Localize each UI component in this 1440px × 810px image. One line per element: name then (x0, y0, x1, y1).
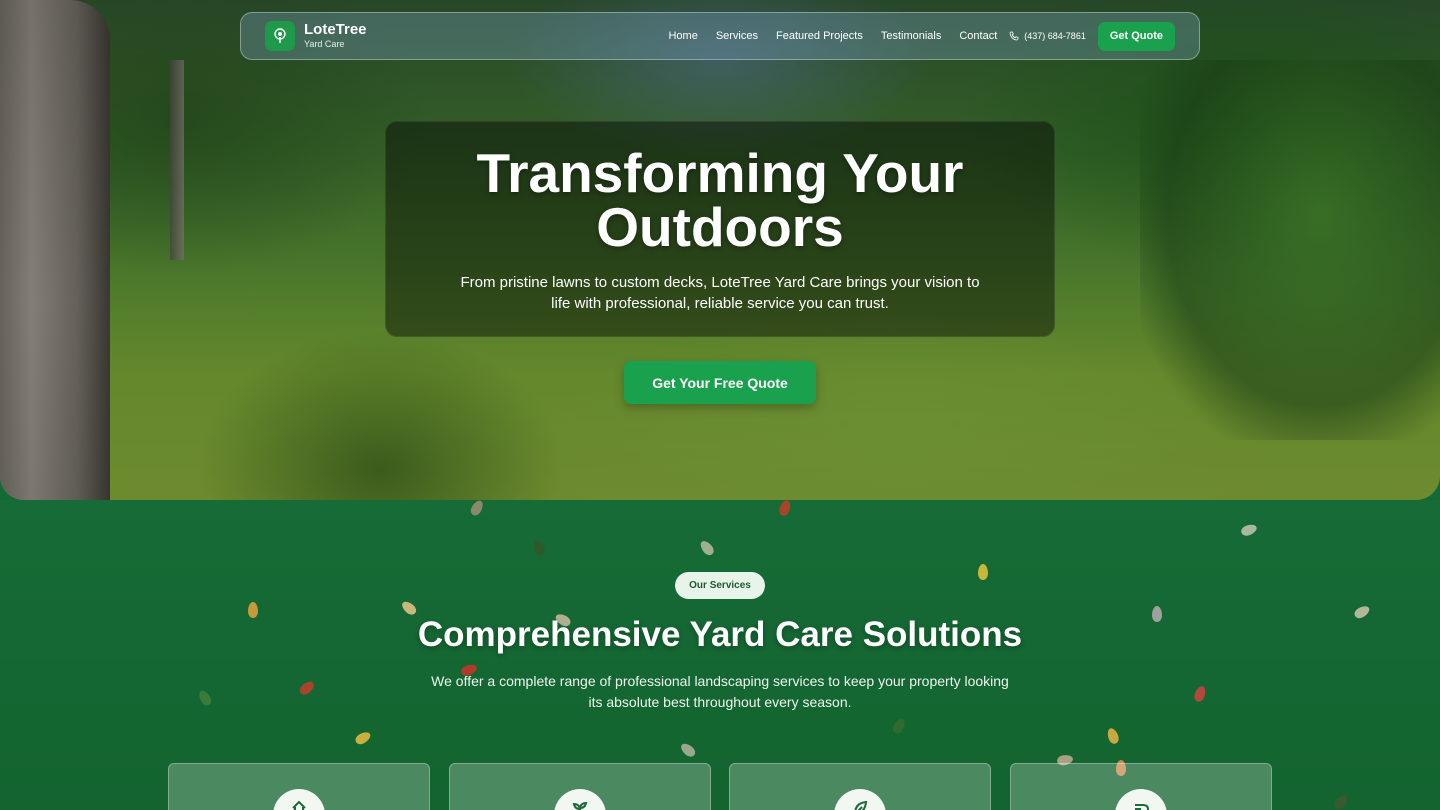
section-title: Comprehensive Yard Care Solutions (417, 615, 1023, 654)
nav-link-testimonials[interactable]: Testimonials (881, 30, 942, 42)
falling-leaf (978, 564, 988, 580)
falling-leaf (196, 688, 214, 708)
nav-link-contact[interactable]: Contact (959, 30, 997, 42)
falling-leaf (297, 679, 317, 697)
sprout-icon (554, 789, 606, 810)
service-card[interactable] (729, 763, 991, 810)
leaf-icon (834, 789, 886, 810)
falling-leaf (248, 602, 258, 618)
nav-link-services[interactable]: Services (716, 30, 758, 42)
get-quote-button[interactable]: Get Quote (1097, 21, 1175, 51)
section-subtitle: We offer a complete range of professiona… (431, 673, 1009, 710)
falling-leaf (531, 538, 547, 558)
section-badge: Our Services (675, 572, 765, 599)
falling-leaf (353, 729, 373, 747)
nav-link-featured-projects[interactable]: Featured Projects (776, 30, 863, 42)
brand-name: LoteTree (304, 21, 367, 38)
falling-leaf (1332, 792, 1350, 810)
nav-link-home[interactable]: Home (668, 30, 697, 42)
falling-leaf (1352, 603, 1372, 621)
falling-leaf (678, 741, 698, 759)
falling-leaf (1105, 726, 1121, 746)
home-icon (273, 789, 325, 810)
falling-leaf (1192, 684, 1208, 704)
falling-leaf (777, 498, 793, 518)
shovel-icon (1115, 789, 1167, 810)
hero-title: Transforming Your Outdoors (476, 142, 964, 258)
hero-subtitle: From pristine lawns to custom decks, Lot… (460, 274, 980, 312)
falling-leaf (698, 538, 716, 558)
brand[interactable]: LoteTree Yard Care (265, 21, 367, 51)
free-quote-button[interactable]: Get Your Free Quote (624, 361, 816, 404)
phone-icon (1009, 31, 1019, 41)
falling-leaf (1239, 522, 1259, 538)
phone-number: (437) 684-7861 (1024, 31, 1086, 41)
services-section: Our Services Comprehensive Yard Care Sol… (0, 498, 1440, 810)
service-card[interactable] (1010, 763, 1272, 810)
brand-tagline: Yard Care (304, 39, 345, 49)
navbar: LoteTree Yard Care Home Services Feature… (240, 12, 1200, 60)
nav-links: Home Services Featured Projects Testimon… (668, 30, 997, 42)
falling-leaf (468, 498, 486, 518)
falling-leaf (1152, 606, 1162, 622)
tree-logo-icon (265, 21, 295, 51)
falling-leaf (890, 716, 908, 736)
service-card[interactable] (449, 763, 711, 810)
service-card[interactable] (168, 763, 430, 810)
phone-link[interactable]: (437) 684-7861 (1009, 31, 1086, 41)
